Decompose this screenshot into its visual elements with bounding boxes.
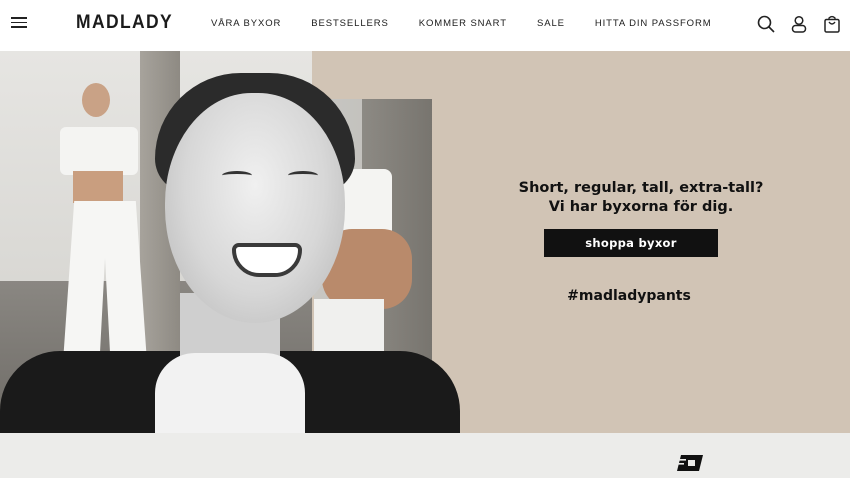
shop-pants-button[interactable]: shoppa byxor [544,229,718,257]
brand-logo[interactable]: MADLADY [76,12,173,34]
usp-strip [0,433,850,478]
shopping-bag-icon[interactable] [822,14,842,34]
nav-item-hitta-din-passform[interactable]: HITTA DIN PASSFORM [595,18,712,29]
delivery-truck-icon [677,455,703,471]
site-header: MADLADY VÅRA BYXOR BESTSELLERS KOMMER SN… [0,0,850,51]
hashtag-text: #madladypants [567,288,691,304]
user-icon[interactable] [789,14,809,34]
nav-item-vara-byxor[interactable]: VÅRA BYXOR [211,18,281,29]
main-nav: VÅRA BYXOR BESTSELLERS KOMMER SNART SALE… [211,18,742,29]
hero-headline-line2: Vi har byxorna för dig. [548,199,734,215]
hero-banner[interactable]: Short, regular, tall, extra-tall? Vi har… [0,51,850,433]
hero-headline-line1: Short, regular, tall, extra-tall? [518,180,764,196]
hero-copy: Short, regular, tall, extra-tall? Vi har… [432,51,850,433]
search-icon[interactable] [756,14,776,34]
nav-item-sale[interactable]: SALE [537,18,565,29]
hero-headline: Short, regular, tall, extra-tall? Vi har… [432,179,850,217]
header-icons [756,14,850,34]
smiling-portrait-image [0,73,460,433]
nav-item-kommer-snart[interactable]: KOMMER SNART [419,18,507,29]
hamburger-menu-icon[interactable] [11,17,27,31]
nav-item-bestsellers[interactable]: BESTSELLERS [311,18,389,29]
